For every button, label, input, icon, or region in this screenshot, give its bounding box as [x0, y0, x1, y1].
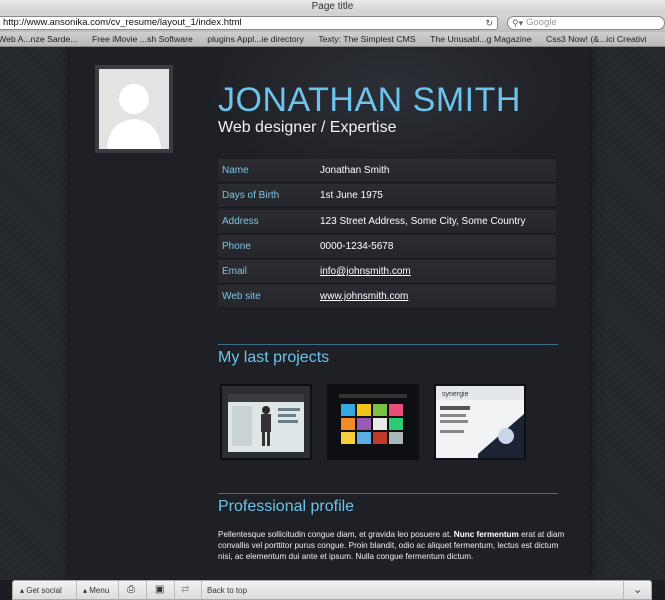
- profile-heading: Professional profile: [218, 498, 355, 515]
- collapse-icon[interactable]: ⌄: [633, 583, 642, 596]
- search-placeholder: Google: [526, 17, 557, 28]
- detail-row: Email info@johnsmith.com: [218, 260, 556, 285]
- bookmark-item[interactable]: Free iMovie ...sh Software: [92, 32, 193, 46]
- bookmarks-bar: Web A...nze Sarde... Free iMovie ...sh S…: [0, 32, 665, 47]
- detail-label: Name: [222, 165, 249, 176]
- detail-label: Web site: [222, 291, 261, 303]
- detail-label: Days of Birth: [222, 190, 280, 202]
- detail-value: 123 Street Address, Some City, Some Coun…: [320, 215, 526, 227]
- menu-button[interactable]: ▴ Menu: [83, 586, 109, 595]
- detail-label: Email: [222, 266, 248, 278]
- detail-row: Address 123 Street Address, Some City, S…: [218, 209, 556, 234]
- detail-row: Phone 0000-1234-5678: [218, 234, 556, 259]
- person-name: JONATHAN SMITH: [218, 81, 521, 119]
- website-link[interactable]: www.johnsmith.com: [320, 291, 408, 302]
- search-input[interactable]: ⚲▾ Google: [507, 16, 665, 30]
- section-divider: [218, 493, 558, 494]
- detail-row: Web site www.johnsmith.com: [218, 285, 556, 310]
- pdf-icon[interactable]: ▣: [155, 584, 164, 595]
- address-bar[interactable]: http://www.ansonika.com/cv_resume/layout…: [0, 16, 498, 30]
- detail-label: Phone: [222, 240, 251, 252]
- detail-label: Address: [222, 215, 259, 227]
- detail-row: Name Jonathan Smith: [218, 159, 556, 183]
- bookmark-item[interactable]: The Unusabl...g Magazine: [430, 32, 531, 46]
- page-content: JONATHAN SMITH Web designer / Expertise …: [0, 47, 665, 580]
- browser-toolbar: http://www.ansonika.com/cv_resume/layout…: [0, 14, 665, 32]
- details-table: Name Jonathan Smith Days of Birth 1st Ju…: [218, 159, 556, 311]
- person-title: Web designer / Expertise: [218, 119, 397, 136]
- bottom-toolbar: ▴ Get social ▴ Menu ⎙ ▣ ⇄ Back to top ⌄: [12, 580, 652, 600]
- bookmark-item[interactable]: Web A...nze Sarde...: [0, 32, 78, 46]
- detail-value: 0000-1234-5678: [320, 240, 394, 252]
- bookmark-item[interactable]: Css3 Now! (&...ici Creativi: [546, 32, 646, 46]
- get-social-button[interactable]: ▴ Get social: [20, 586, 62, 595]
- email-link[interactable]: info@johnsmith.com: [320, 266, 411, 277]
- project-thumbnail[interactable]: [327, 384, 419, 460]
- caret-up-icon: ▴: [20, 586, 25, 595]
- profile-photo: [95, 65, 173, 153]
- share-icon[interactable]: ⇄: [181, 584, 189, 595]
- bookmark-item[interactable]: plugins Appl...ie directory: [207, 32, 304, 46]
- profile-paragraph: Pellentesque sollicitudin congue diam, e…: [218, 530, 565, 561]
- window-title: Page title: [0, 0, 665, 14]
- print-icon[interactable]: ⎙: [127, 584, 135, 595]
- bookmark-item[interactable]: Texty: The Simplest CMS: [318, 32, 415, 46]
- project-thumbnail[interactable]: synergie: [434, 384, 526, 460]
- back-to-top-button[interactable]: Back to top: [207, 586, 247, 595]
- reload-icon[interactable]: ↻: [485, 17, 493, 29]
- detail-value: 1st June 1975: [320, 190, 383, 202]
- url-text: http://www.ansonika.com/cv_resume/layout…: [3, 17, 242, 28]
- thumbnail-caption: synergie: [442, 391, 469, 398]
- caret-up-icon: ▴: [83, 586, 88, 595]
- avatar-silhouette-icon: [99, 69, 169, 149]
- projects-heading: My last projects: [218, 349, 330, 366]
- section-divider: [218, 344, 558, 345]
- resume-column: JONATHAN SMITH Web designer / Expertise …: [70, 47, 590, 580]
- detail-row: Days of Birth 1st June 1975: [218, 184, 556, 209]
- project-thumbnail[interactable]: [220, 384, 312, 460]
- detail-value: Jonathan Smith: [320, 165, 390, 176]
- search-icon: ⚲▾: [512, 18, 524, 28]
